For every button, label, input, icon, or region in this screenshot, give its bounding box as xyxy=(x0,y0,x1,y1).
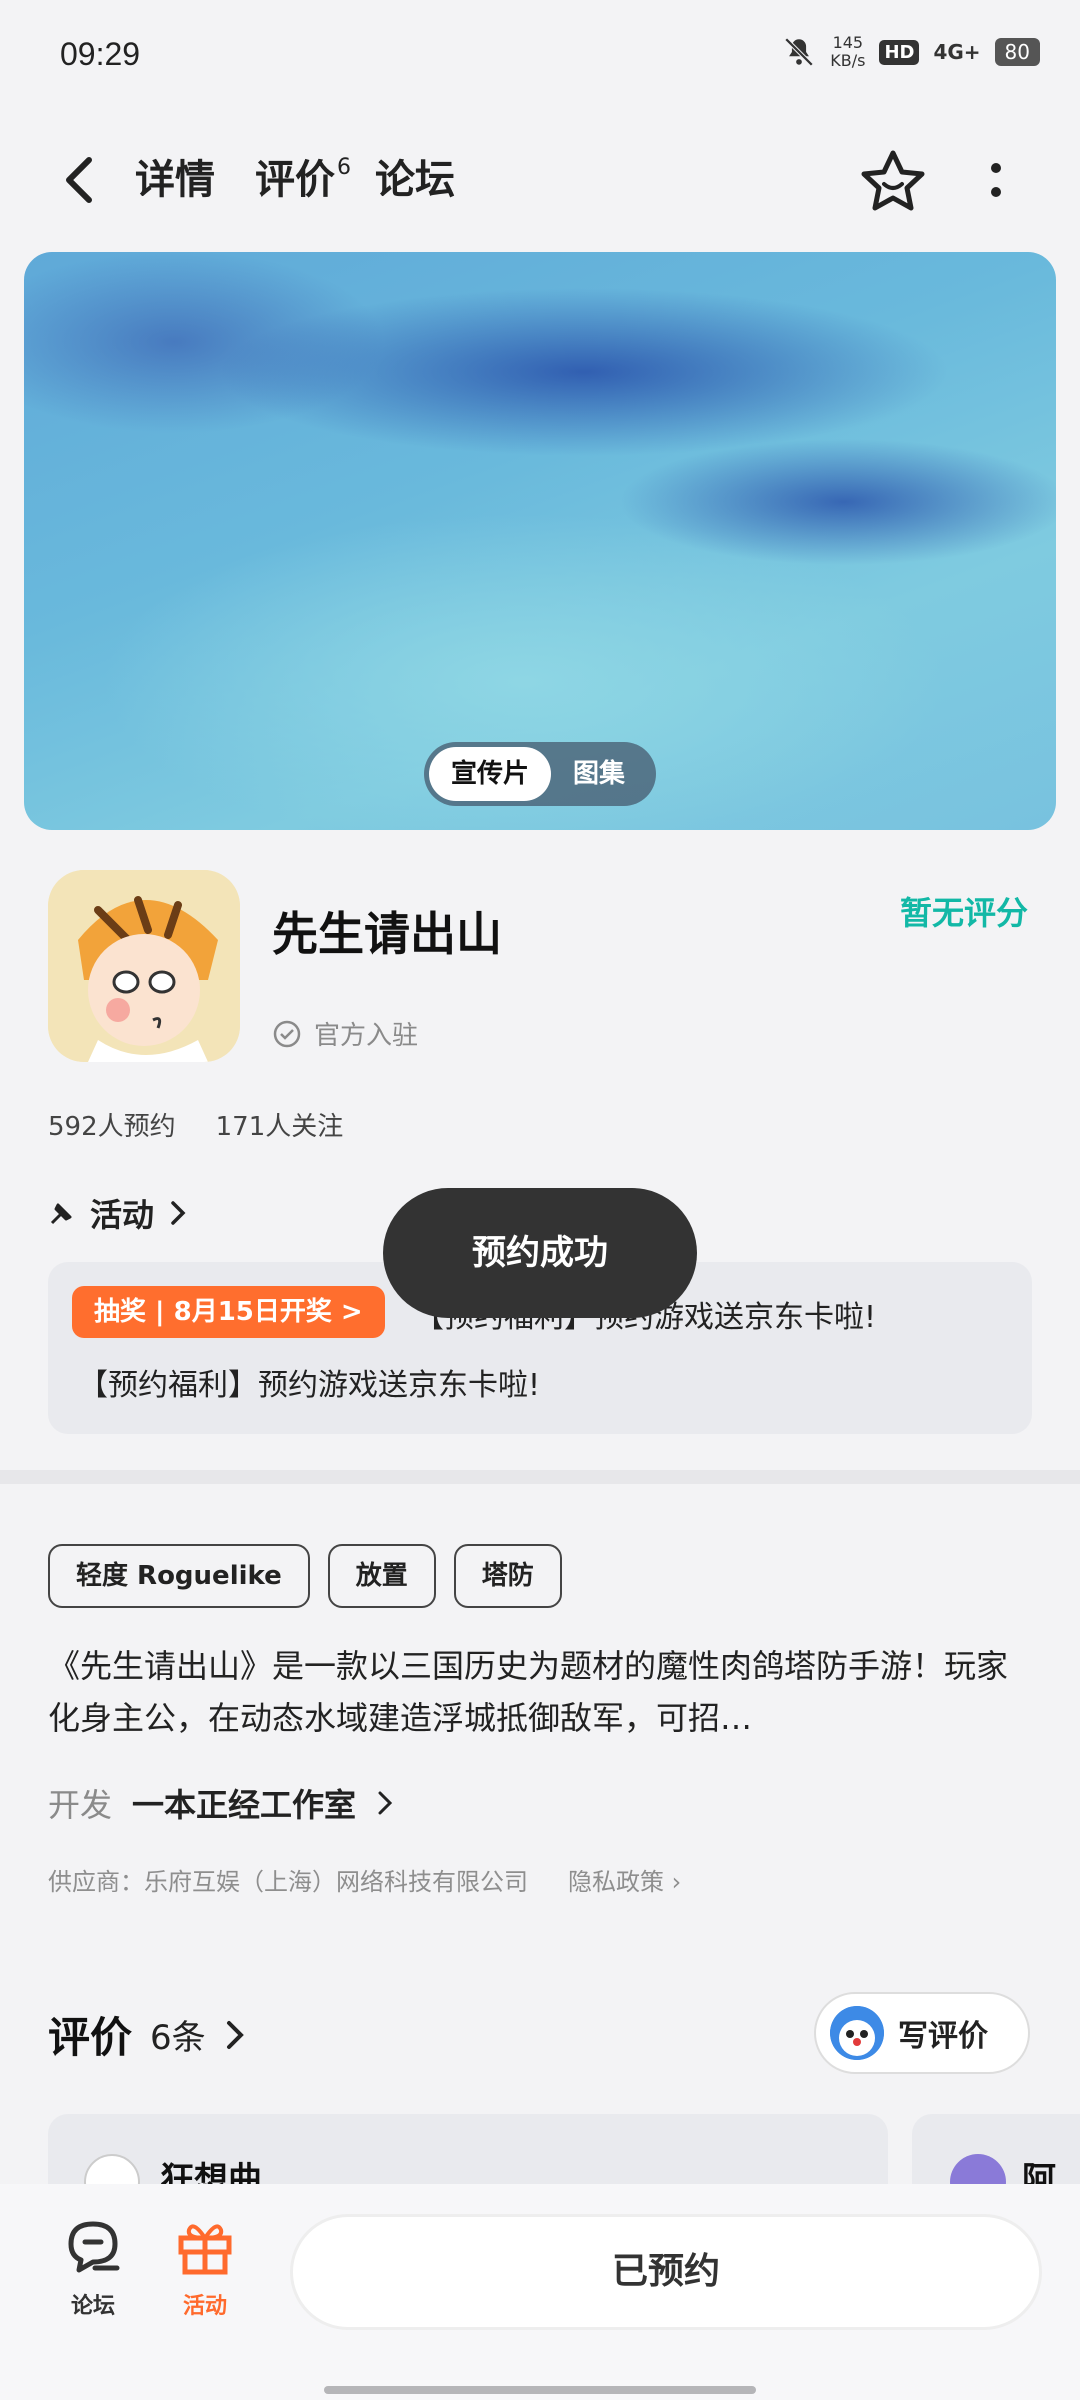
more-options-icon[interactable] xyxy=(990,160,1002,200)
tab-details[interactable]: 详情 xyxy=(131,150,219,210)
tag-list: 轻度 Roguelike 放置 塔防 xyxy=(48,1544,562,1608)
reserved-button[interactable]: 已预约 xyxy=(290,2214,1042,2330)
game-description[interactable]: 《先生请出山》是一款以三国历史为题材的魔性肉鸽塔防手游！玩家化身主公，在动态水域… xyxy=(48,1640,1032,1744)
reviews-count: 6条 xyxy=(150,2018,206,2058)
privacy-policy-label: 隐私政策 xyxy=(568,1868,664,1896)
check-circle-icon xyxy=(273,1020,301,1047)
developer-label: 开发 xyxy=(48,1786,113,1824)
privacy-policy-link[interactable]: 隐私政策 › xyxy=(568,1862,681,1897)
battery-indicator: 80 xyxy=(994,38,1040,66)
tag-idle[interactable]: 放置 xyxy=(327,1544,436,1608)
bottom-forum-button[interactable]: 论坛 xyxy=(48,2214,138,2320)
status-time: 09:29 xyxy=(60,36,141,72)
chevron-right-icon xyxy=(171,1201,186,1225)
status-bar: 09:29 145 KB/s HD 4G+ 80 xyxy=(0,0,1080,110)
game-title: 先生请出山 xyxy=(272,907,502,961)
net-speed-value: 145 xyxy=(832,33,864,52)
reviews-title: 评价 xyxy=(48,2013,133,2062)
official-badge: 官方入驻 xyxy=(272,1015,418,1052)
developer-row[interactable]: 开发 一本正经工作室 xyxy=(48,1780,394,1826)
reviews-header[interactable]: 评价 6条 xyxy=(48,2004,246,2065)
avatar-face xyxy=(830,2006,884,2060)
tab-bar: 详情 评价 6 论坛 xyxy=(131,150,455,210)
developer-name: 一本正经工作室 xyxy=(132,1786,357,1824)
game-icon xyxy=(48,870,240,1062)
section-divider xyxy=(0,1470,1080,1484)
game-icon-art xyxy=(48,870,240,1062)
bottom-forum-label: 论坛 xyxy=(70,2294,115,2319)
supplier-text: 供应商：乐府互娱（上海）网络科技有限公司 xyxy=(48,1868,528,1896)
tag-roguelike[interactable]: 轻度 Roguelike xyxy=(48,1544,310,1608)
media-tab-trailer[interactable]: 宣传片 xyxy=(429,747,552,801)
write-review-label: 写评价 xyxy=(898,2019,988,2054)
status-icons: 145 KB/s HD 4G+ 80 xyxy=(782,34,1040,70)
user-avatar xyxy=(830,2006,884,2060)
tab-details-label: 详情 xyxy=(135,157,215,203)
tab-reviews-badge: 6 xyxy=(337,155,351,180)
video-banner[interactable]: 宣传片 图集 xyxy=(24,252,1056,830)
bottom-activity-button[interactable]: 活动 xyxy=(160,2214,250,2320)
star-icon[interactable] xyxy=(858,148,928,214)
activity-header[interactable]: 活动 xyxy=(48,1190,188,1236)
follower-count: 171人关注 xyxy=(215,1112,344,1142)
gift-icon xyxy=(178,2224,232,2275)
chevron-right-icon xyxy=(378,1791,393,1815)
pin-icon xyxy=(50,1203,72,1225)
tag-tower-defense[interactable]: 塔防 xyxy=(453,1544,562,1608)
toast-message: 预约成功 xyxy=(383,1188,697,1318)
official-label: 官方入驻 xyxy=(314,1021,419,1051)
tab-reviews-label: 评价 xyxy=(255,157,335,203)
chevron-right-icon xyxy=(226,2020,244,2049)
mute-bell-icon xyxy=(784,37,814,67)
forum-chat-icon xyxy=(68,2221,120,2273)
bottom-activity-label: 活动 xyxy=(182,2294,227,2319)
activity-line-2: 【预约福利】预约游戏送京东卡啦! xyxy=(78,1368,541,1403)
game-stats: 592人预约 171人关注 xyxy=(48,1106,343,1143)
home-indicator[interactable] xyxy=(324,2386,756,2394)
write-review-button[interactable]: 写评价 xyxy=(814,1992,1030,2074)
net-speed: 145 KB/s xyxy=(830,34,865,70)
net-speed-unit: KB/s xyxy=(830,51,866,70)
bottom-action-bar: 论坛 活动 已预约 xyxy=(0,2184,1080,2400)
top-nav: 详情 评价 6 论坛 xyxy=(0,130,1080,230)
tab-reviews[interactable]: 评价 6 xyxy=(255,150,351,210)
hd-badge: HD xyxy=(879,39,920,65)
score-status: 暂无评分 xyxy=(899,894,1028,932)
activity-header-label: 活动 xyxy=(90,1196,155,1234)
reservation-count: 592人预约 xyxy=(48,1112,176,1142)
media-tab-gallery[interactable]: 图集 xyxy=(551,747,647,801)
media-switch: 宣传片 图集 xyxy=(424,742,656,806)
tab-forum[interactable]: 论坛 xyxy=(375,150,455,210)
network-indicator: 4G+ xyxy=(933,40,981,64)
lottery-pill[interactable]: 抽奖 | 8月15日开奖 > xyxy=(72,1286,385,1338)
back-arrow-icon[interactable] xyxy=(55,152,105,208)
tab-forum-label: 论坛 xyxy=(375,157,455,203)
supplier-row: 供应商：乐府互娱（上海）网络科技有限公司 隐私政策 › xyxy=(48,1862,681,1897)
